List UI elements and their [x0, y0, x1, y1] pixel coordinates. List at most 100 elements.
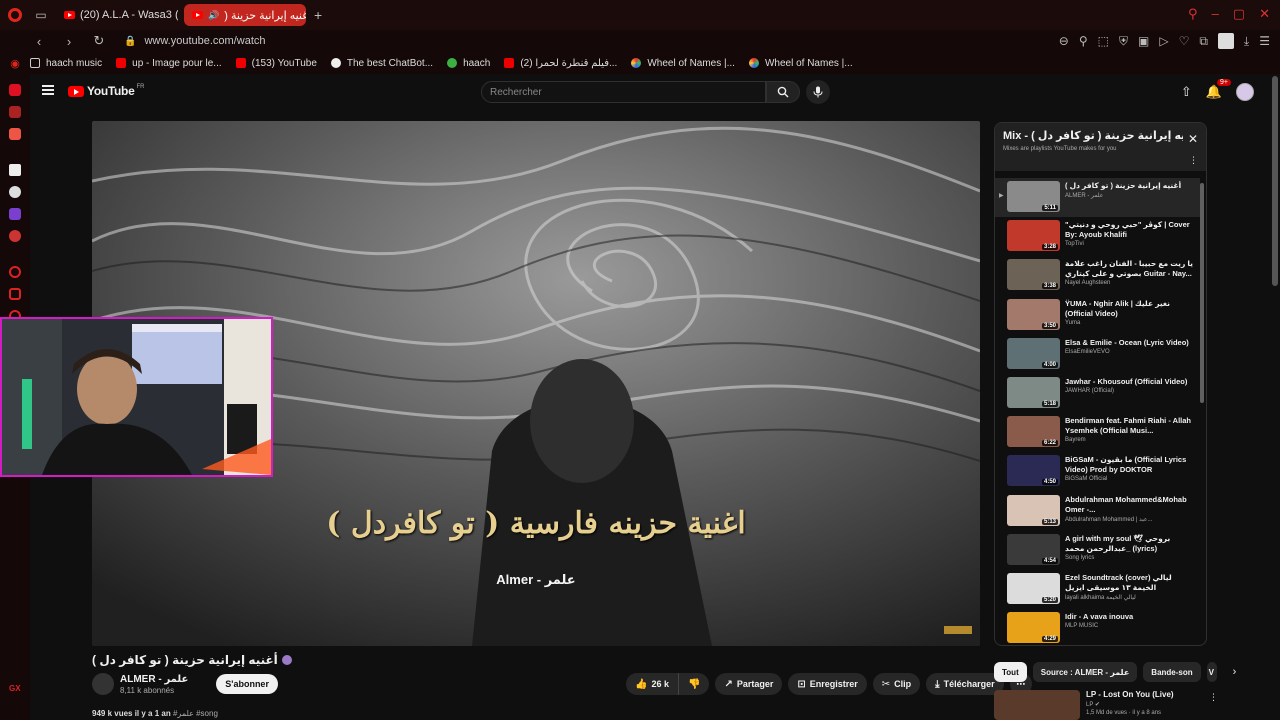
- opera-logo-icon[interactable]: [0, 0, 30, 30]
- back-icon[interactable]: ‹: [30, 34, 48, 49]
- extensions-icon[interactable]: ⧉: [1199, 34, 1208, 49]
- playlist-item-thumbnail[interactable]: 6:22: [1007, 416, 1060, 448]
- playlist-title[interactable]: Mix - ( تو كافر دل ) أغنيه إيرانية حزينة: [1003, 129, 1183, 142]
- search-button[interactable]: [766, 81, 800, 103]
- maximize-icon[interactable]: ▢: [1233, 6, 1245, 22]
- playlist-item-thumbnail[interactable]: 3:38: [1007, 259, 1060, 291]
- upload-icon[interactable]: ⇧: [1181, 84, 1192, 100]
- playlist-item-title[interactable]: Idir - A vava inouva: [1065, 612, 1195, 622]
- clip-button[interactable]: ✂ Clip: [872, 673, 921, 695]
- sidebar-app-icon[interactable]: [9, 84, 21, 96]
- playlist-item[interactable]: 5:13 Abdulrahman Mohammed&Mohab Omer -...…: [995, 492, 1200, 531]
- wallet-icon[interactable]: ▣: [1138, 34, 1149, 48]
- filter-chip[interactable]: Source : ALMER - علمر: [1032, 662, 1138, 682]
- sidebar-app-icon[interactable]: [9, 106, 21, 118]
- playlist-scrollbar[interactable]: [1200, 183, 1204, 403]
- playlist-item-thumbnail[interactable]: 4:50: [1007, 455, 1060, 487]
- download-button[interactable]: ⤓ Télécharger: [926, 673, 1004, 695]
- youtube-logo[interactable]: YouTube FR: [68, 84, 144, 98]
- playlist-item-title[interactable]: Bendirman feat. Fahmi Riahi - Allah Ysem…: [1065, 416, 1195, 436]
- playlist-item-title[interactable]: Elsa & Emilie - Ocean (Lyric Video): [1065, 338, 1195, 348]
- description-summary[interactable]: 949 k vues il y a 1 an #علمر #song: [92, 709, 218, 718]
- playlist-item[interactable]: 5:20 Ezel Soundtrack (cover) ليالي الخيمة…: [995, 570, 1200, 609]
- playlist-item-thumbnail[interactable]: 5:13: [1007, 494, 1060, 526]
- filter-chip[interactable]: Tout: [994, 662, 1027, 682]
- recommended-channel[interactable]: LP ✔: [1086, 701, 1174, 708]
- recommended-menu-icon[interactable]: ⋮: [1209, 692, 1218, 703]
- bookmark-chatbot[interactable]: The best ChatBot...: [330, 58, 433, 69]
- close-window-icon[interactable]: ✕: [1259, 6, 1270, 22]
- tab-ala-wasa3[interactable]: (20) A.L.A - Wasa3 (Offic: [56, 4, 178, 26]
- channel-watermark[interactable]: [944, 626, 972, 634]
- playlist-item-title[interactable]: ( تو كافر دل ) أغنيه إيرانية حزينة: [1065, 181, 1195, 191]
- page-scrollbar[interactable]: [1272, 76, 1278, 286]
- playlist-item[interactable]: 5:18 Jawhar - Khousouf (Official Video) JA…: [995, 374, 1200, 413]
- account-avatar[interactable]: [1236, 83, 1254, 101]
- channel-name[interactable]: ALMER - علمر: [120, 674, 188, 685]
- downloads-icon[interactable]: ⤓: [1244, 34, 1249, 49]
- playlist-item[interactable]: 4:29 Idir - A vava inouva MLP MUSIC: [995, 609, 1200, 645]
- workspaces-icon[interactable]: ▭: [32, 6, 50, 24]
- chatgpt-icon[interactable]: [9, 186, 21, 198]
- forward-icon[interactable]: ›: [60, 34, 78, 49]
- recommended-thumbnail[interactable]: [994, 690, 1080, 720]
- player-sidebar-icon[interactable]: [9, 266, 21, 278]
- filter-chip[interactable]: Bande-son: [1143, 662, 1201, 682]
- sidebar-app-icon[interactable]: [9, 128, 21, 140]
- aria-icon[interactable]: [9, 164, 21, 176]
- playlist-item[interactable]: 3:50 ŸUMA - Nghir Alik | نغير عليك (Offic…: [995, 296, 1200, 335]
- new-tab-icon[interactable]: +: [314, 7, 322, 23]
- share-button[interactable]: ↗ Partager: [715, 673, 783, 695]
- bookmark-haach-music[interactable]: haach music: [30, 58, 102, 69]
- easy-setup-icon[interactable]: ☰: [1259, 34, 1270, 48]
- bookmark-film[interactable]: (2) فيلم قنطرة لحمرا...: [504, 58, 617, 69]
- gx-icon[interactable]: GX: [9, 684, 21, 696]
- playlist-item-thumbnail[interactable]: 3:28: [1007, 220, 1060, 252]
- playlist-item-thumbnail[interactable]: 4:29: [1007, 612, 1060, 644]
- bookmark-wheel-of-names-1[interactable]: Wheel of Names |...: [631, 58, 735, 69]
- profile-icon[interactable]: [1217, 33, 1234, 49]
- tab-search-icon[interactable]: ⚲: [1188, 6, 1198, 22]
- channel-avatar[interactable]: [92, 673, 114, 695]
- sidebar-app-icon[interactable]: [9, 230, 21, 242]
- shield-icon[interactable]: ⛨: [1119, 34, 1128, 49]
- playlist-item-title[interactable]: Abdulrahman Mohammed&Mohab Omer -...: [1065, 495, 1195, 515]
- pin-icon[interactable]: ⚲: [1079, 34, 1088, 48]
- playlist-item-thumbnail[interactable]: 5:11: [1007, 181, 1060, 212]
- playlist-item-thumbnail[interactable]: 5:18: [1007, 376, 1060, 408]
- reload-icon[interactable]: ↻: [90, 33, 108, 49]
- playlist-item[interactable]: 4:50 BiGSaM - ما بقيون (Official Lyrics V…: [995, 452, 1200, 491]
- speed-dial-icon[interactable]: ◉: [0, 57, 30, 70]
- playlist-item-thumbnail[interactable]: 4:00: [1007, 337, 1060, 369]
- playlist-item[interactable]: 4:00 Elsa & Emilie - Ocean (Lyric Video) E…: [995, 335, 1200, 374]
- recommended-title[interactable]: LP - Lost On You (Live): [1086, 690, 1174, 699]
- zoom-icon[interactable]: ⊖: [1059, 34, 1069, 48]
- notifications-bell-icon[interactable]: 🔔 9+: [1206, 79, 1231, 100]
- bookmark-haach[interactable]: haach: [447, 58, 490, 69]
- recommended-video[interactable]: LP - Lost On You (Live) LP ✔ 1,5 Md de v…: [994, 690, 1218, 720]
- search-input[interactable]: Rechercher: [481, 81, 766, 103]
- playlist-item-title[interactable]: Ezel Soundtrack (cover) ليالي الخيمة ١٣ …: [1065, 573, 1195, 593]
- filter-chip[interactable]: V: [1206, 662, 1217, 682]
- playlist-item-thumbnail[interactable]: 3:50: [1007, 298, 1060, 330]
- playlist-item-title[interactable]: A girl with my soul 🕊 بروحي عبدالرحمن مح…: [1065, 534, 1195, 554]
- bookmark-up-image[interactable]: up - Image pour le...: [116, 58, 222, 69]
- playlist-item[interactable]: ▶ 5:11 ( تو كافر دل ) أغنيه إيرانية حزينة A…: [995, 178, 1200, 218]
- subscribe-button[interactable]: S'abonner: [216, 674, 278, 694]
- heart-icon[interactable]: ♡: [1179, 34, 1190, 48]
- chips-next-icon[interactable]: ›: [1233, 666, 1237, 678]
- playlist-item-title[interactable]: ŸUMA - Nghir Alik | نغير عليك (Official …: [1065, 299, 1195, 319]
- close-playlist-icon[interactable]: ✕: [1188, 132, 1198, 146]
- snapshot-icon[interactable]: ⬚: [1098, 34, 1109, 48]
- player-icon[interactable]: ▷: [1159, 34, 1168, 48]
- playlist-item[interactable]: 4:54 A girl with my soul 🕊 بروحي عبدالرحم…: [995, 531, 1200, 570]
- dislike-button[interactable]: 👎: [678, 673, 710, 695]
- sidebar-app-icon[interactable]: [9, 208, 21, 220]
- bookmark-youtube[interactable]: (153) YouTube: [235, 58, 317, 69]
- save-button[interactable]: ⊡ Enregistrer: [788, 673, 867, 695]
- playlist-item-title[interactable]: Jawhar - Khousouf (Official Video): [1065, 377, 1195, 387]
- like-button[interactable]: 👍 26 k: [626, 673, 679, 695]
- playlist-item-title[interactable]: "كوڤر "حبي روحي و دنيتي | Cover By: Ayou…: [1065, 220, 1195, 240]
- playlist-item-title[interactable]: يا ريت مع حبيبا - الفنان راغب علامة بصوت…: [1065, 259, 1195, 279]
- playlist-item-title[interactable]: BiGSaM - ما بقيون (Official Lyrics Video…: [1065, 455, 1195, 475]
